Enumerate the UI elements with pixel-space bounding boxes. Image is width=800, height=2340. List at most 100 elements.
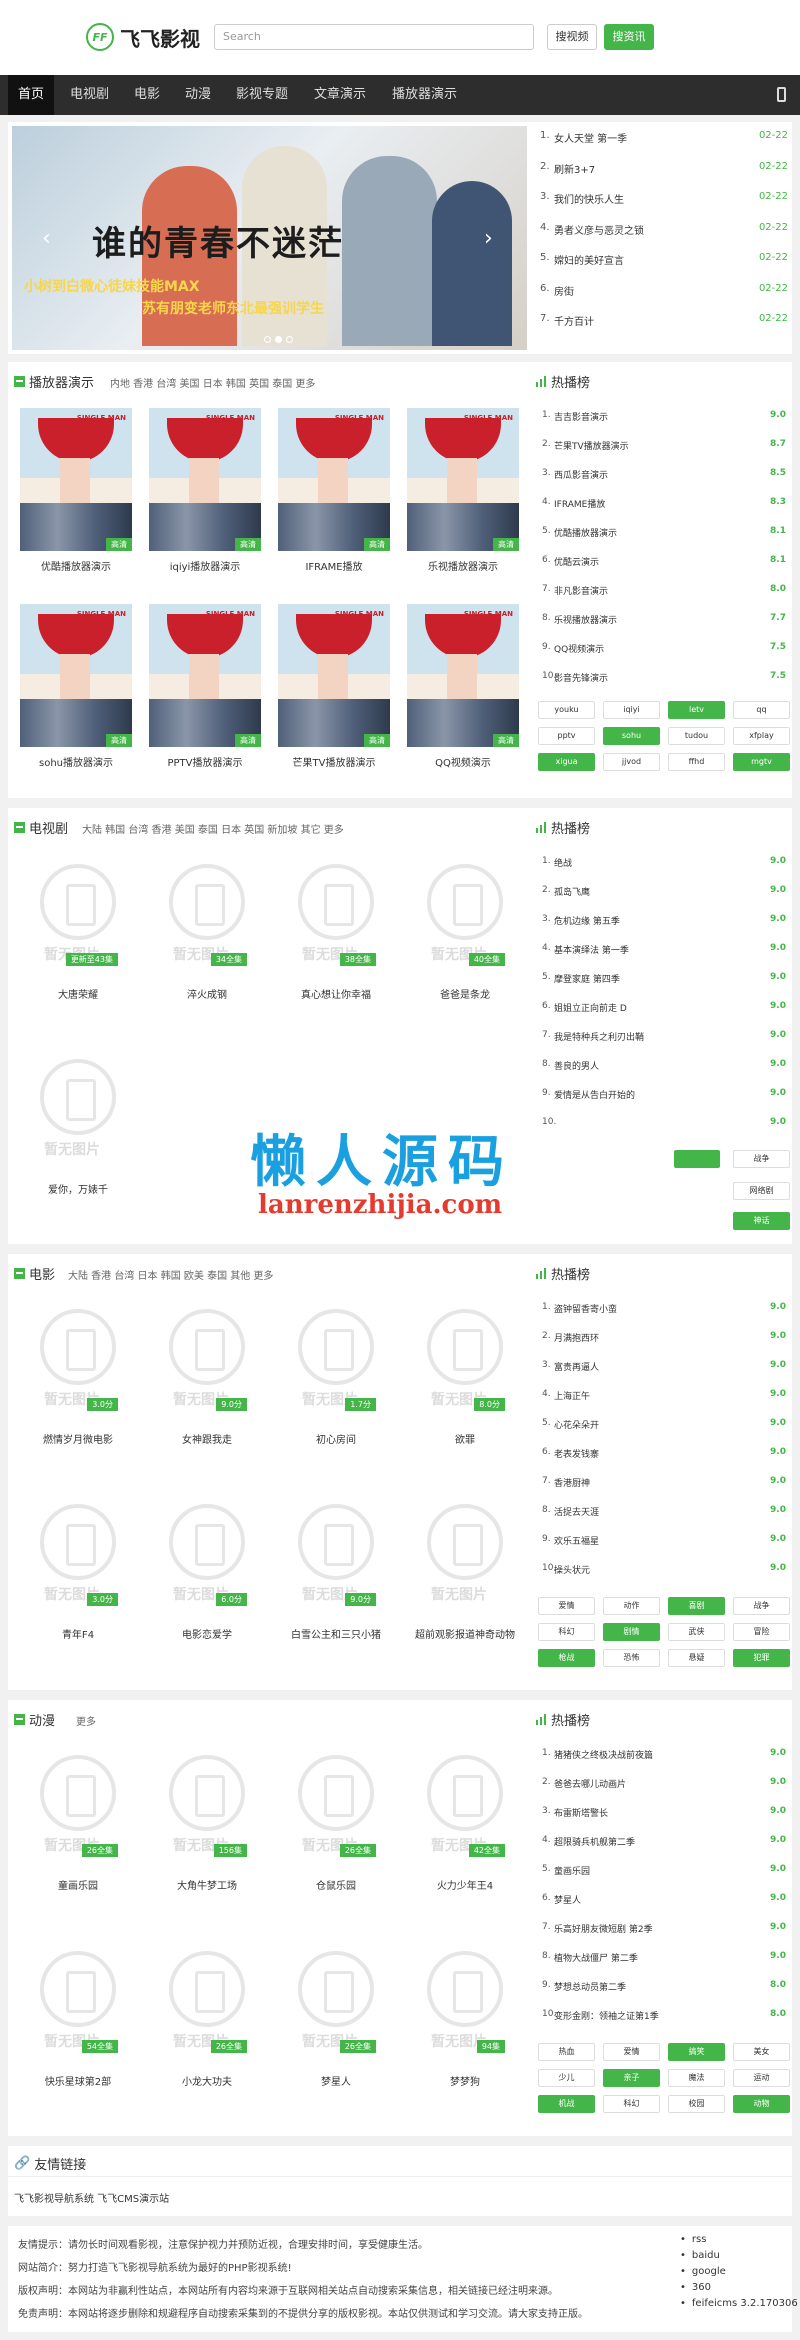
nav-tv[interactable]: 电视剧	[70, 75, 109, 115]
rank-item[interactable]: 9. QQ视频演示 7.5	[542, 642, 786, 660]
rank-title[interactable]: 欢乐五福星	[554, 1534, 770, 1552]
poster-placeholder[interactable]: 暂无图片 3.0分	[30, 1498, 126, 1618]
rank-item[interactable]: 7. 乐高好朋友微短剧 第2季 9.0	[542, 1922, 786, 1940]
rank-item[interactable]: 10. 操头状元 9.0	[542, 1563, 786, 1581]
rank-item[interactable]: 6. 梦星人 9.0	[542, 1893, 786, 1911]
video-title[interactable]: 乐视播放器演示	[403, 558, 523, 573]
rank-item[interactable]: 7. 我是特种兵之利刃出鞘 9.0	[542, 1030, 786, 1048]
video-title[interactable]: 快乐星球第2部	[18, 2073, 138, 2088]
rank-item[interactable]: 5. 童画乐园 9.0	[542, 1864, 786, 1882]
video-title[interactable]: 大唐荣耀	[18, 986, 138, 1001]
tag-pill[interactable]: 美女	[733, 2043, 790, 2061]
prev-arrow-icon[interactable]: ‹	[42, 226, 51, 251]
rank-title[interactable]: 盗钟留香寄小蛮	[554, 1302, 770, 1320]
news-item[interactable]: 3. 我们的快乐人生 02-22	[540, 191, 788, 211]
rank-title[interactable]: 操头状元	[554, 1563, 770, 1581]
video-title[interactable]: 超前观影报道神奇动物	[405, 1626, 525, 1641]
poster[interactable]: SINGLE MAN 高清	[278, 408, 390, 551]
poster-placeholder[interactable]: 暂无图片 26全集	[288, 1749, 384, 1869]
rank-item[interactable]: 4. IFRAME播放 8.3	[542, 497, 786, 515]
video-title[interactable]: 仓鼠乐园	[276, 1877, 396, 1892]
tag-pill[interactable]: iqiyi	[603, 701, 660, 719]
nav-topics[interactable]: 影视专题	[236, 75, 288, 115]
video-title[interactable]: 优酷播放器演示	[16, 558, 136, 573]
tag-pill[interactable]: 战争	[733, 1597, 790, 1615]
video-title[interactable]: 梦梦狗	[405, 2073, 525, 2088]
rank-item[interactable]: 3. 危机边缘 第五季 9.0	[542, 914, 786, 932]
rank-title[interactable]: 老表发钱寨	[554, 1447, 770, 1465]
news-title[interactable]: 勇者义彦与恶灵之锁	[554, 222, 759, 242]
friend-links[interactable]: 飞飞影视导航系统 飞飞CMS演示站	[14, 2190, 169, 2205]
poster[interactable]: SINGLE MAN 高清	[149, 408, 261, 551]
tag-pill[interactable]: 枪战	[538, 1649, 595, 1667]
rank-item[interactable]: 2. 月满抱西环 9.0	[542, 1331, 786, 1349]
tag-pill[interactable]: 亲子	[603, 2069, 660, 2087]
footer-link-text[interactable]: 360	[692, 2282, 711, 2293]
rank-item[interactable]: 10. 影音先锋演示 7.5	[542, 671, 786, 689]
news-title[interactable]: 我们的快乐人生	[554, 191, 759, 211]
search-video-button[interactable]: 搜视频	[547, 24, 597, 50]
footer-link[interactable]: • rss	[680, 2234, 706, 2245]
video-title[interactable]: PPTV播放器演示	[145, 754, 265, 769]
tag-pill[interactable]: mgtv	[733, 753, 790, 771]
tag-pill[interactable]: xigua	[538, 753, 595, 771]
rank-item[interactable]: 8. 植物大战僵尸 第二季 9.0	[542, 1951, 786, 1969]
tag-pill[interactable]: 运动	[733, 2069, 790, 2087]
rank-item[interactable]: 8. 活捉去天涯 9.0	[542, 1505, 786, 1523]
tag-pill[interactable]: 爱情	[603, 2043, 660, 2061]
rank-title[interactable]: 芒果TV播放器演示	[554, 439, 770, 457]
rank-title[interactable]: 活捉去天涯	[554, 1505, 770, 1523]
poster[interactable]: SINGLE MAN 高清	[20, 604, 132, 747]
rank-item[interactable]: 4. 基本演绎法 第一季 9.0	[542, 943, 786, 961]
poster[interactable]: SINGLE MAN 高清	[407, 604, 519, 747]
tag-pill[interactable]: 犯罪	[733, 1649, 790, 1667]
rank-title[interactable]: 我是特种兵之利刃出鞘	[554, 1030, 770, 1048]
filter-tags[interactable]: 大陆 香港 台湾 日本 韩国 欧美 泰国 其他 更多	[68, 1267, 273, 1282]
video-title[interactable]: 真心想让你幸福	[276, 986, 396, 1001]
video-title[interactable]: 爸爸是条龙	[405, 986, 525, 1001]
filter-tags[interactable]: 大陆 韩国 台湾 香港 美国 泰国 日本 英国 新加坡 其它 更多	[82, 821, 344, 836]
poster-placeholder[interactable]: 暂无图片	[30, 1053, 126, 1173]
tag-pill[interactable]: 悬疑	[668, 1649, 725, 1667]
search-input[interactable]: Search	[214, 24, 534, 50]
footer-link[interactable]: • feifeicms 3.2.170306	[680, 2298, 798, 2309]
footer-link[interactable]: • google	[680, 2266, 726, 2277]
nav-movie[interactable]: 电影	[134, 75, 160, 115]
rank-item[interactable]: 4. 超限骑兵机舰第二季 9.0	[542, 1835, 786, 1853]
nav-anime[interactable]: 动漫	[185, 75, 211, 115]
news-title[interactable]: 嫦妇的美好宣言	[554, 252, 759, 272]
footer-link-text[interactable]: feifeicms 3.2.170306	[692, 2298, 798, 2309]
rank-item[interactable]: 1. 猪猪侠之终极决战前夜篇 9.0	[542, 1748, 786, 1766]
rank-item[interactable]: 6. 优酷云演示 8.1	[542, 555, 786, 573]
video-title[interactable]: 欲罪	[405, 1431, 525, 1446]
video-title[interactable]: 大角牛梦工场	[147, 1877, 267, 1892]
tag-pill[interactable]: ffhd	[668, 753, 725, 771]
rank-title[interactable]: 富贵再逼人	[554, 1360, 770, 1378]
news-title[interactable]: 千方百计	[554, 313, 759, 333]
tag-pill[interactable]: 喜剧	[668, 1597, 725, 1615]
rank-item[interactable]: 8. 乐视播放器演示 7.7	[542, 613, 786, 631]
poster-placeholder[interactable]: 暂无图片 34全集	[159, 858, 255, 978]
rank-title[interactable]: 基本演绎法 第一季	[554, 943, 770, 961]
news-item[interactable]: 6. 房街 02-22	[540, 283, 788, 303]
rank-title[interactable]: 影音先锋演示	[554, 671, 770, 689]
filter-tags[interactable]: 内地 香港 台湾 美国 日本 韩国 英国 泰国 更多	[110, 375, 315, 390]
news-item[interactable]: 5. 嫦妇的美好宣言 02-22	[540, 252, 788, 272]
poster-placeholder[interactable]: 暂无图片 9.0分	[288, 1498, 384, 1618]
footer-link-text[interactable]: baidu	[692, 2250, 720, 2261]
tag-pill[interactable]: 恐怖	[603, 1649, 660, 1667]
poster-placeholder[interactable]: 暂无图片 42全集	[417, 1749, 513, 1869]
rank-title[interactable]: IFRAME播放	[554, 497, 770, 515]
poster-placeholder[interactable]: 暂无图片 3.0分	[30, 1303, 126, 1423]
tag-pill[interactable]: 校园	[668, 2095, 725, 2113]
rank-title[interactable]: 非凡影音演示	[554, 584, 770, 602]
tag-pill[interactable]: 科幻	[538, 1623, 595, 1641]
news-item[interactable]: 4. 勇者义彦与恶灵之锁 02-22	[540, 222, 788, 242]
tag-pill[interactable]: 爱情	[538, 1597, 595, 1615]
rank-item[interactable]: 9. 欢乐五福星 9.0	[542, 1534, 786, 1552]
video-title[interactable]: iqiyi播放器演示	[145, 558, 265, 573]
video-title[interactable]: 梦星人	[276, 2073, 396, 2088]
tag-pill[interactable]: 少儿	[538, 2069, 595, 2087]
rank-item[interactable]: 2. 芒果TV播放器演示 8.7	[542, 439, 786, 457]
rank-item[interactable]: 1. 绝战 9.0	[542, 856, 786, 874]
